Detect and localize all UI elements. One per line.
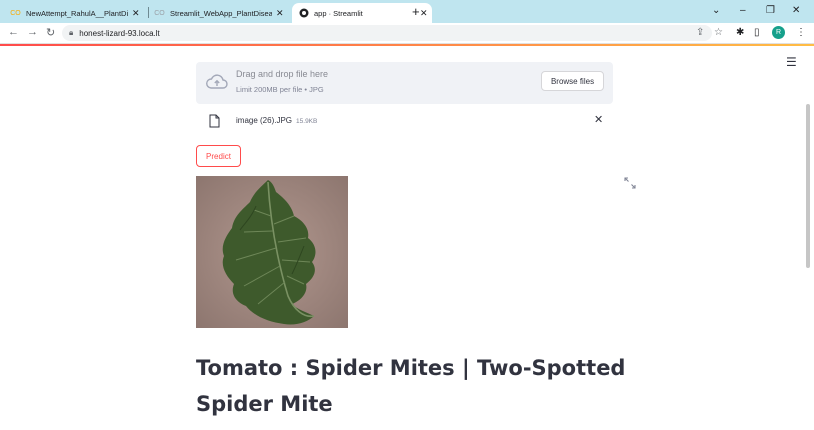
app-decoration-bar <box>0 44 814 46</box>
tab-title: NewAttempt_RahulA__PlantDisea <box>26 8 128 18</box>
page-scrollbar[interactable] <box>806 104 810 268</box>
forward-icon[interactable]: → <box>27 26 38 38</box>
cloud-upload-icon <box>206 74 228 89</box>
url-text: honest-lizard-93.loca.lt <box>79 28 160 38</box>
file-info: image (26).JPG 15.9KB <box>236 116 317 125</box>
share-icon[interactable]: ⇪ <box>696 27 704 38</box>
close-window-icon[interactable]: ✕ <box>792 5 800 16</box>
tab-title: Streamlit_WebApp_PlantDisease <box>170 8 272 18</box>
browser-toolbar: ← → ↻ 🔒︎ honest-lizard-93.loca.lt ⇪ ☆ ✱ … <box>0 23 814 44</box>
colab-icon: CO <box>154 9 165 17</box>
profile-avatar[interactable]: R <box>772 26 785 39</box>
colab-icon: CO <box>10 9 21 17</box>
dropzone-limit: Limit 200MB per file • JPG <box>236 85 324 94</box>
uploaded-file-row: image (26).JPG 15.9KB ✕ <box>196 112 613 132</box>
remove-file-icon[interactable]: ✕ <box>594 113 603 126</box>
browser-tab-1[interactable]: CO NewAttempt_RahulA__PlantDisea ✕ <box>10 3 140 23</box>
reload-icon[interactable]: ↻ <box>46 26 55 39</box>
tab-search-chevron-icon[interactable]: ⌄ <box>712 5 720 16</box>
side-panel-icon[interactable]: ▯ <box>754 27 760 38</box>
tab-separator <box>148 7 149 18</box>
tab-title: app · Streamlit <box>314 8 363 18</box>
file-size: 15.9KB <box>296 118 318 125</box>
browser-menu-icon[interactable]: ⋮ <box>796 27 806 38</box>
extensions-icon[interactable]: ✱ <box>736 27 744 38</box>
file-icon <box>209 114 220 128</box>
lock-icon[interactable]: 🔒︎ <box>69 28 73 38</box>
dropzone-title: Drag and drop file here <box>236 69 329 79</box>
new-tab-icon[interactable]: + <box>412 4 420 19</box>
browse-files-button[interactable]: Browse files <box>541 71 604 91</box>
browser-tab-active[interactable]: app · Streamlit ✕ <box>292 3 432 23</box>
prediction-result-heading: Tomato : Spider Mites | Two-Spotted Spid… <box>196 356 626 416</box>
bookmark-star-icon[interactable]: ☆ <box>714 27 723 38</box>
fullscreen-icon[interactable] <box>624 177 636 189</box>
tab-close-icon[interactable]: ✕ <box>276 8 284 19</box>
file-name: image (26).JPG <box>236 116 293 125</box>
browser-tab-2[interactable]: CO Streamlit_WebApp_PlantDisease ✕ <box>154 3 284 23</box>
back-icon[interactable]: ← <box>8 26 19 38</box>
restore-icon[interactable]: ❐ <box>766 5 775 16</box>
address-bar[interactable]: 🔒︎ honest-lizard-93.loca.lt <box>62 25 712 41</box>
predict-button[interactable]: Predict <box>196 145 241 167</box>
app-menu-icon[interactable]: ☰ <box>786 55 797 69</box>
uploaded-leaf-image <box>196 176 348 328</box>
browser-tab-strip: CO NewAttempt_RahulA__PlantDisea ✕ CO St… <box>0 0 814 23</box>
streamlit-icon <box>298 8 309 19</box>
minimize-icon[interactable]: – <box>740 5 746 16</box>
tab-close-icon[interactable]: ✕ <box>420 8 428 19</box>
tab-close-icon[interactable]: ✕ <box>132 8 140 19</box>
